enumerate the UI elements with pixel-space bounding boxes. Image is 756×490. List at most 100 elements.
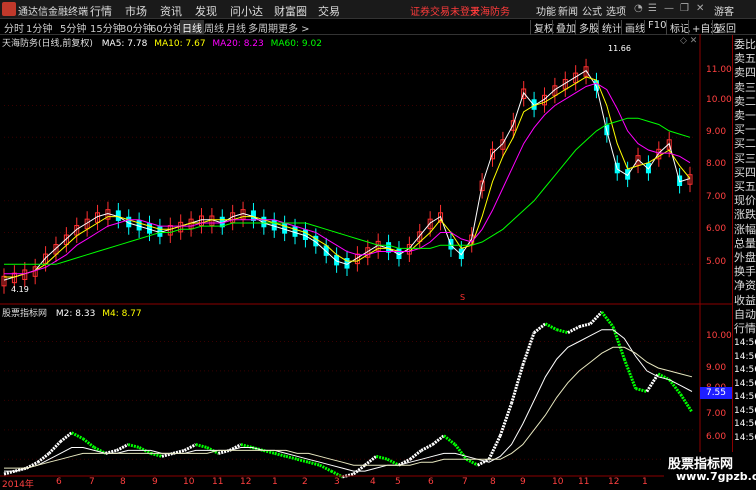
side-panel-label: 买一 (734, 123, 756, 137)
adjust-button[interactable]: 复权 (530, 20, 554, 35)
indicator-segment (533, 322, 547, 334)
tab-multi-period[interactable]: 多周期 (248, 20, 278, 35)
price-chart[interactable]: 11.66 4.19 S (0, 34, 732, 487)
m4-label: M4: 8.77 (102, 309, 142, 319)
indicator-segment (296, 457, 309, 464)
tab-1min[interactable]: 1分钟 (26, 20, 52, 35)
menu-news-right[interactable]: 新闻 (558, 3, 578, 18)
stats-button[interactable]: 统计 (598, 20, 622, 35)
x-axis-label: 1 (642, 477, 648, 487)
indicator-segment (70, 431, 84, 440)
x-axis-label: 12 (240, 477, 252, 487)
indicator-segment (363, 455, 378, 467)
indicator-segment (59, 431, 73, 443)
tab-daily[interactable]: 日线 (180, 20, 204, 35)
tick-time: 14:56 (734, 351, 756, 362)
min-price-label: 4.19 (11, 285, 29, 294)
tab-monthly[interactable]: 月线 (226, 20, 246, 35)
current-value-tag: 7.55 (700, 387, 732, 399)
x-axis-label: 11 (578, 477, 590, 487)
y-axis-main-label: 8.00 (706, 159, 727, 169)
tab-intraday[interactable]: 分时 (4, 20, 24, 35)
indicator-segment (453, 443, 468, 461)
indicator-segment (386, 457, 400, 467)
candle-body (292, 226, 298, 237)
restore-icon[interactable]: ❐ (680, 3, 689, 14)
indicator-segment (116, 443, 129, 452)
tab-more[interactable]: 更多 > (278, 20, 310, 35)
indicator-segment (645, 373, 660, 393)
menu-function[interactable]: 功能 (536, 3, 556, 18)
f10-button[interactable]: F10 (644, 20, 666, 31)
ma-line-3 (4, 117, 691, 265)
side-panel-label: 涨幅 (734, 222, 756, 236)
menu-ask[interactable]: 问小达 (230, 3, 263, 19)
indicator-segment (465, 457, 479, 467)
multi-stock-button[interactable]: 多股 (575, 20, 599, 35)
menu-wealth[interactable]: 财富圈 (274, 3, 307, 19)
ma-lines (3, 69, 691, 281)
y-axis-sub-label: 6.00 (706, 432, 727, 442)
sub-chart-header: 股票指标网 M2: 8.33 M4: 8.77 (2, 306, 142, 319)
tab-30min[interactable]: 30分钟 (120, 20, 153, 35)
indicator-segment (556, 328, 569, 335)
indicator-segment (308, 460, 321, 467)
indicator-segment (48, 440, 62, 455)
tab-60min[interactable]: 60分钟 (150, 20, 183, 35)
side-panel-label: 卖五 (734, 52, 756, 66)
watermark-url: www.7gpzb.com (676, 470, 756, 483)
mark-button[interactable]: 标记 (666, 20, 690, 35)
guest-label[interactable]: 游客 (714, 3, 734, 18)
indicator-segment (195, 443, 208, 449)
side-panel-label: 买三 (734, 151, 756, 165)
y-axis-sub-label: 7.00 (706, 409, 727, 419)
indicator-segment (442, 434, 457, 446)
menu-formula[interactable]: 公式 (582, 3, 602, 18)
indicator-segment (487, 435, 502, 460)
user-icon[interactable]: ◔ (634, 3, 643, 14)
x-axis-label: 11 (212, 477, 224, 487)
x-axis-label: 10 (183, 477, 195, 487)
indicator-segment (498, 402, 513, 437)
indicator-segment (544, 322, 558, 332)
tab-15min[interactable]: 15分钟 (90, 20, 123, 35)
draw-line-button[interactable]: 画线 (621, 20, 645, 35)
period-toolbar: 分时 1分钟 5分钟 15分钟 30分钟 60分钟 日线 周线 月线 多周期 更… (0, 19, 756, 35)
indicator-segment (420, 443, 434, 452)
x-axis-label: 9 (152, 477, 158, 487)
side-panel-label: 委比 (734, 38, 756, 51)
x-axis-label: 12 (608, 477, 620, 487)
tab-weekly[interactable]: 周线 (204, 20, 224, 35)
menu-options[interactable]: 选项 (606, 3, 626, 18)
menu-news[interactable]: 资讯 (160, 3, 182, 19)
overlay-button[interactable]: 叠加 (552, 20, 576, 35)
y-axis-main-label: 7.00 (706, 192, 727, 202)
minimize-icon[interactable]: — (664, 3, 674, 14)
x-axis-label: 8 (490, 477, 496, 487)
menu-market[interactable]: 市场 (125, 3, 147, 19)
indicator-segment (589, 310, 603, 325)
candle-body (302, 229, 308, 240)
tick-time: 14:56 (734, 338, 756, 348)
indicator-segment (82, 437, 96, 449)
indicator-segment (319, 463, 332, 473)
max-price-label: 11.66 (608, 44, 631, 53)
tick-time: 14:56 (734, 405, 756, 416)
x-axis-label: 7 (462, 477, 468, 487)
x-axis-label: 2 (302, 477, 308, 487)
side-panel-bottom-label[interactable]: 自动 (734, 308, 756, 322)
side-panel-label: 买五 (734, 180, 756, 193)
settings-icon[interactable]: ☰ (648, 3, 657, 14)
m2-label: M2: 8.33 (55, 309, 96, 319)
tab-5min[interactable]: 5分钟 (60, 20, 86, 35)
x-axis-label: 4 (370, 477, 376, 487)
menu-quotes[interactable]: 行情 (90, 3, 112, 19)
back-button[interactable]: 返回 (712, 20, 736, 35)
indicator-segment (431, 434, 445, 446)
x-axis-label: 5 (395, 477, 401, 487)
menu-trade[interactable]: 交易 (318, 3, 340, 19)
ma-line-1 (4, 76, 691, 278)
side-panel-bottom-label[interactable]: 行情 (734, 322, 756, 336)
menu-discover[interactable]: 发现 (195, 3, 217, 19)
close-icon[interactable]: ✕ (696, 3, 704, 14)
